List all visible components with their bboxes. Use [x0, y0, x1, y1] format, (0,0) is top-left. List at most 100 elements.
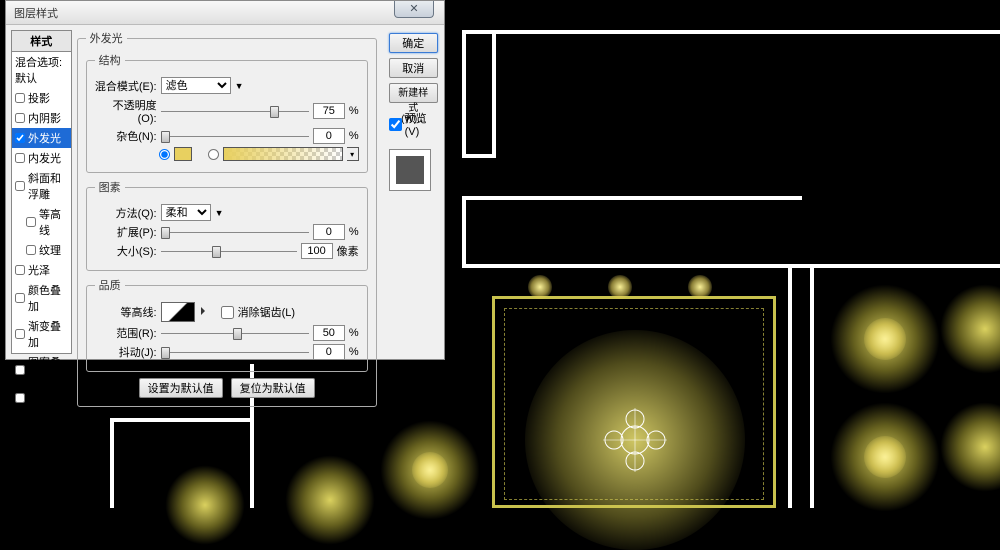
size-label: 大小(S):	[95, 243, 157, 259]
style-checkbox[interactable]	[15, 181, 25, 191]
style-item-label: 等高线	[39, 206, 68, 238]
style-item-label: 图案叠加	[28, 354, 68, 386]
style-checkbox[interactable]	[15, 293, 25, 303]
gradient-radio[interactable]	[208, 149, 219, 160]
style-checkbox[interactable]	[15, 153, 25, 163]
noise-unit: %	[349, 130, 359, 142]
style-item-12[interactable]: 描边	[12, 388, 71, 408]
cancel-button[interactable]: 取消	[389, 58, 438, 78]
jitter-input[interactable]	[313, 344, 345, 360]
layer-style-dialog: 图层样式 ✕ 样式 混合选项:默认投影内阴影外发光内发光斜面和浮雕等高线纹理光泽…	[5, 0, 445, 360]
color-radio[interactable]	[159, 149, 170, 160]
structure-legend: 结构	[95, 52, 125, 68]
style-checkbox[interactable]	[15, 329, 25, 339]
style-item-label: 光泽	[28, 262, 50, 278]
styles-panel: 样式 混合选项:默认投影内阴影外发光内发光斜面和浮雕等高线纹理光泽颜色叠加渐变叠…	[11, 30, 72, 354]
style-item-8[interactable]: 光泽	[12, 260, 71, 280]
quality-legend: 品质	[95, 277, 125, 293]
style-item-label: 投影	[28, 90, 50, 106]
titlebar[interactable]: 图层样式 ✕	[6, 1, 444, 25]
style-item-2[interactable]: 内阴影	[12, 108, 71, 128]
noise-label: 杂色(N):	[95, 128, 157, 144]
preview-swatch	[389, 149, 431, 191]
ok-button[interactable]: 确定	[389, 33, 438, 53]
reset-default-button[interactable]: 复位为默认值	[231, 378, 315, 398]
glow-color-swatch[interactable]	[174, 147, 192, 161]
style-item-label: 纹理	[39, 242, 61, 258]
outer-glow-legend: 外发光	[86, 30, 127, 46]
range-label: 范围(R):	[95, 325, 157, 341]
spread-slider[interactable]	[161, 225, 309, 239]
range-input[interactable]	[313, 325, 345, 341]
range-unit: %	[349, 327, 359, 339]
noise-input[interactable]	[313, 128, 345, 144]
style-item-6[interactable]: 等高线	[12, 204, 71, 240]
style-checkbox[interactable]	[15, 365, 25, 375]
jitter-unit: %	[349, 346, 359, 358]
size-unit: 像素	[337, 243, 359, 259]
settings-panel: 外发光 结构 混合模式(E): 滤色 ▼ 不透明度(O): %	[77, 25, 383, 359]
style-item-3[interactable]: 外发光	[12, 128, 71, 148]
elements-fieldset: 图素 方法(Q): 柔和 ▼ 扩展(P): % 大小(S):	[86, 179, 368, 271]
style-item-7[interactable]: 纹理	[12, 240, 71, 260]
technique-select[interactable]: 柔和	[161, 204, 211, 221]
blend-mode-label: 混合模式(E):	[95, 78, 157, 94]
preview-checkbox[interactable]	[389, 118, 402, 131]
style-item-10[interactable]: 渐变叠加	[12, 316, 71, 352]
contour-picker[interactable]	[161, 302, 195, 322]
quality-fieldset: 品质 等高线: 消除锯齿(L) 范围(R): %	[86, 277, 368, 372]
style-item-label: 斜面和浮雕	[28, 170, 68, 202]
style-checkbox[interactable]	[15, 133, 25, 143]
style-item-label: 混合选项:默认	[15, 54, 68, 86]
opacity-slider[interactable]	[161, 104, 309, 118]
style-item-label: 内发光	[28, 150, 61, 166]
preview-checkbox-row[interactable]: 预览(V)	[389, 110, 438, 138]
structure-fieldset: 结构 混合模式(E): 滤色 ▼ 不透明度(O): % 杂色(N):	[86, 52, 368, 173]
blend-mode-select[interactable]: 滤色	[161, 77, 231, 94]
style-item-label: 渐变叠加	[28, 318, 68, 350]
style-item-9[interactable]: 颜色叠加	[12, 280, 71, 316]
styles-header: 样式	[12, 31, 71, 52]
dropdown-arrow-icon[interactable]: ▼	[215, 208, 224, 218]
set-default-button[interactable]: 设置为默认值	[139, 378, 223, 398]
style-item-label: 颜色叠加	[28, 282, 68, 314]
gradient-dropdown-icon[interactable]: ▾	[347, 147, 359, 161]
technique-label: 方法(Q):	[95, 205, 157, 221]
jitter-slider[interactable]	[161, 345, 309, 359]
opacity-input[interactable]	[313, 103, 345, 119]
dropdown-arrow-icon[interactable]: ▼	[235, 81, 244, 91]
outer-glow-fieldset: 外发光 结构 混合模式(E): 滤色 ▼ 不透明度(O): %	[77, 30, 377, 407]
dialog-title: 图层样式	[14, 5, 58, 21]
elements-legend: 图素	[95, 179, 125, 195]
style-item-1[interactable]: 投影	[12, 88, 71, 108]
style-checkbox[interactable]	[26, 245, 36, 255]
contour-label: 等高线:	[95, 304, 157, 320]
style-item-0[interactable]: 混合选项:默认	[12, 52, 71, 88]
spread-input[interactable]	[313, 224, 345, 240]
style-item-4[interactable]: 内发光	[12, 148, 71, 168]
noise-slider[interactable]	[161, 129, 309, 143]
actions-panel: 确定 取消 新建样式(W)... 预览(V)	[383, 25, 444, 359]
style-checkbox[interactable]	[15, 93, 25, 103]
style-checkbox[interactable]	[26, 217, 36, 227]
style-item-11[interactable]: 图案叠加	[12, 352, 71, 388]
new-style-button[interactable]: 新建样式(W)...	[389, 83, 438, 103]
style-item-label: 描边	[28, 390, 50, 406]
style-item-5[interactable]: 斜面和浮雕	[12, 168, 71, 204]
jitter-label: 抖动(J):	[95, 344, 157, 360]
size-input[interactable]	[301, 243, 333, 259]
range-slider[interactable]	[161, 326, 309, 340]
size-slider[interactable]	[161, 244, 297, 258]
antialias-label: 消除锯齿(L)	[238, 304, 295, 320]
style-checkbox[interactable]	[15, 265, 25, 275]
close-icon: ✕	[409, 3, 418, 15]
style-checkbox[interactable]	[15, 113, 25, 123]
style-checkbox[interactable]	[15, 393, 25, 403]
style-item-label: 内阴影	[28, 110, 61, 126]
glow-gradient-swatch[interactable]	[223, 147, 343, 161]
antialias-checkbox[interactable]	[221, 306, 234, 319]
close-button[interactable]: ✕	[394, 1, 434, 18]
opacity-unit: %	[349, 105, 359, 117]
preview-label: 预览(V)	[405, 110, 438, 138]
spread-unit: %	[349, 226, 359, 238]
